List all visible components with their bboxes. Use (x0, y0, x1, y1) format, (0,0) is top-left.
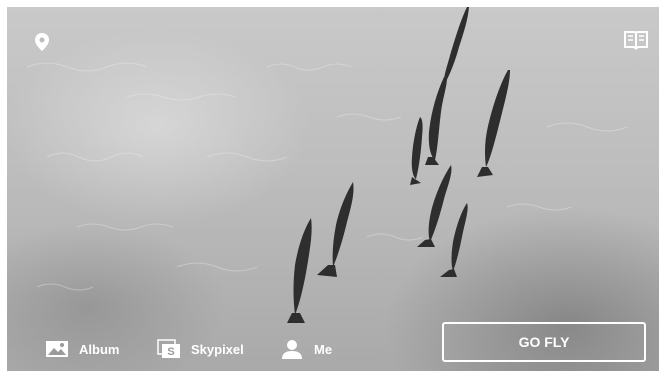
location-pin-icon[interactable] (35, 33, 49, 51)
svg-text:S: S (167, 346, 174, 358)
book-icon[interactable] (623, 29, 649, 51)
bottom-bar: Album S Skypixel Me GO FLY (7, 322, 659, 371)
nav-album-label: Album (79, 341, 120, 357)
skypixel-icon: S (157, 339, 181, 359)
nav-me[interactable]: Me (280, 339, 332, 359)
dolphins-photo (287, 7, 510, 323)
go-fly-button[interactable]: GO FLY (442, 322, 646, 362)
album-icon (45, 339, 69, 359)
home-screen: Album S Skypixel Me GO FLY (7, 7, 659, 371)
nav-skypixel[interactable]: S Skypixel (157, 339, 244, 359)
go-fly-label: GO FLY (518, 334, 570, 350)
nav-album[interactable]: Album (45, 339, 119, 359)
nav-me-label: Me (314, 341, 333, 357)
user-icon (280, 339, 304, 359)
nav-skypixel-label: Skypixel (191, 341, 244, 357)
